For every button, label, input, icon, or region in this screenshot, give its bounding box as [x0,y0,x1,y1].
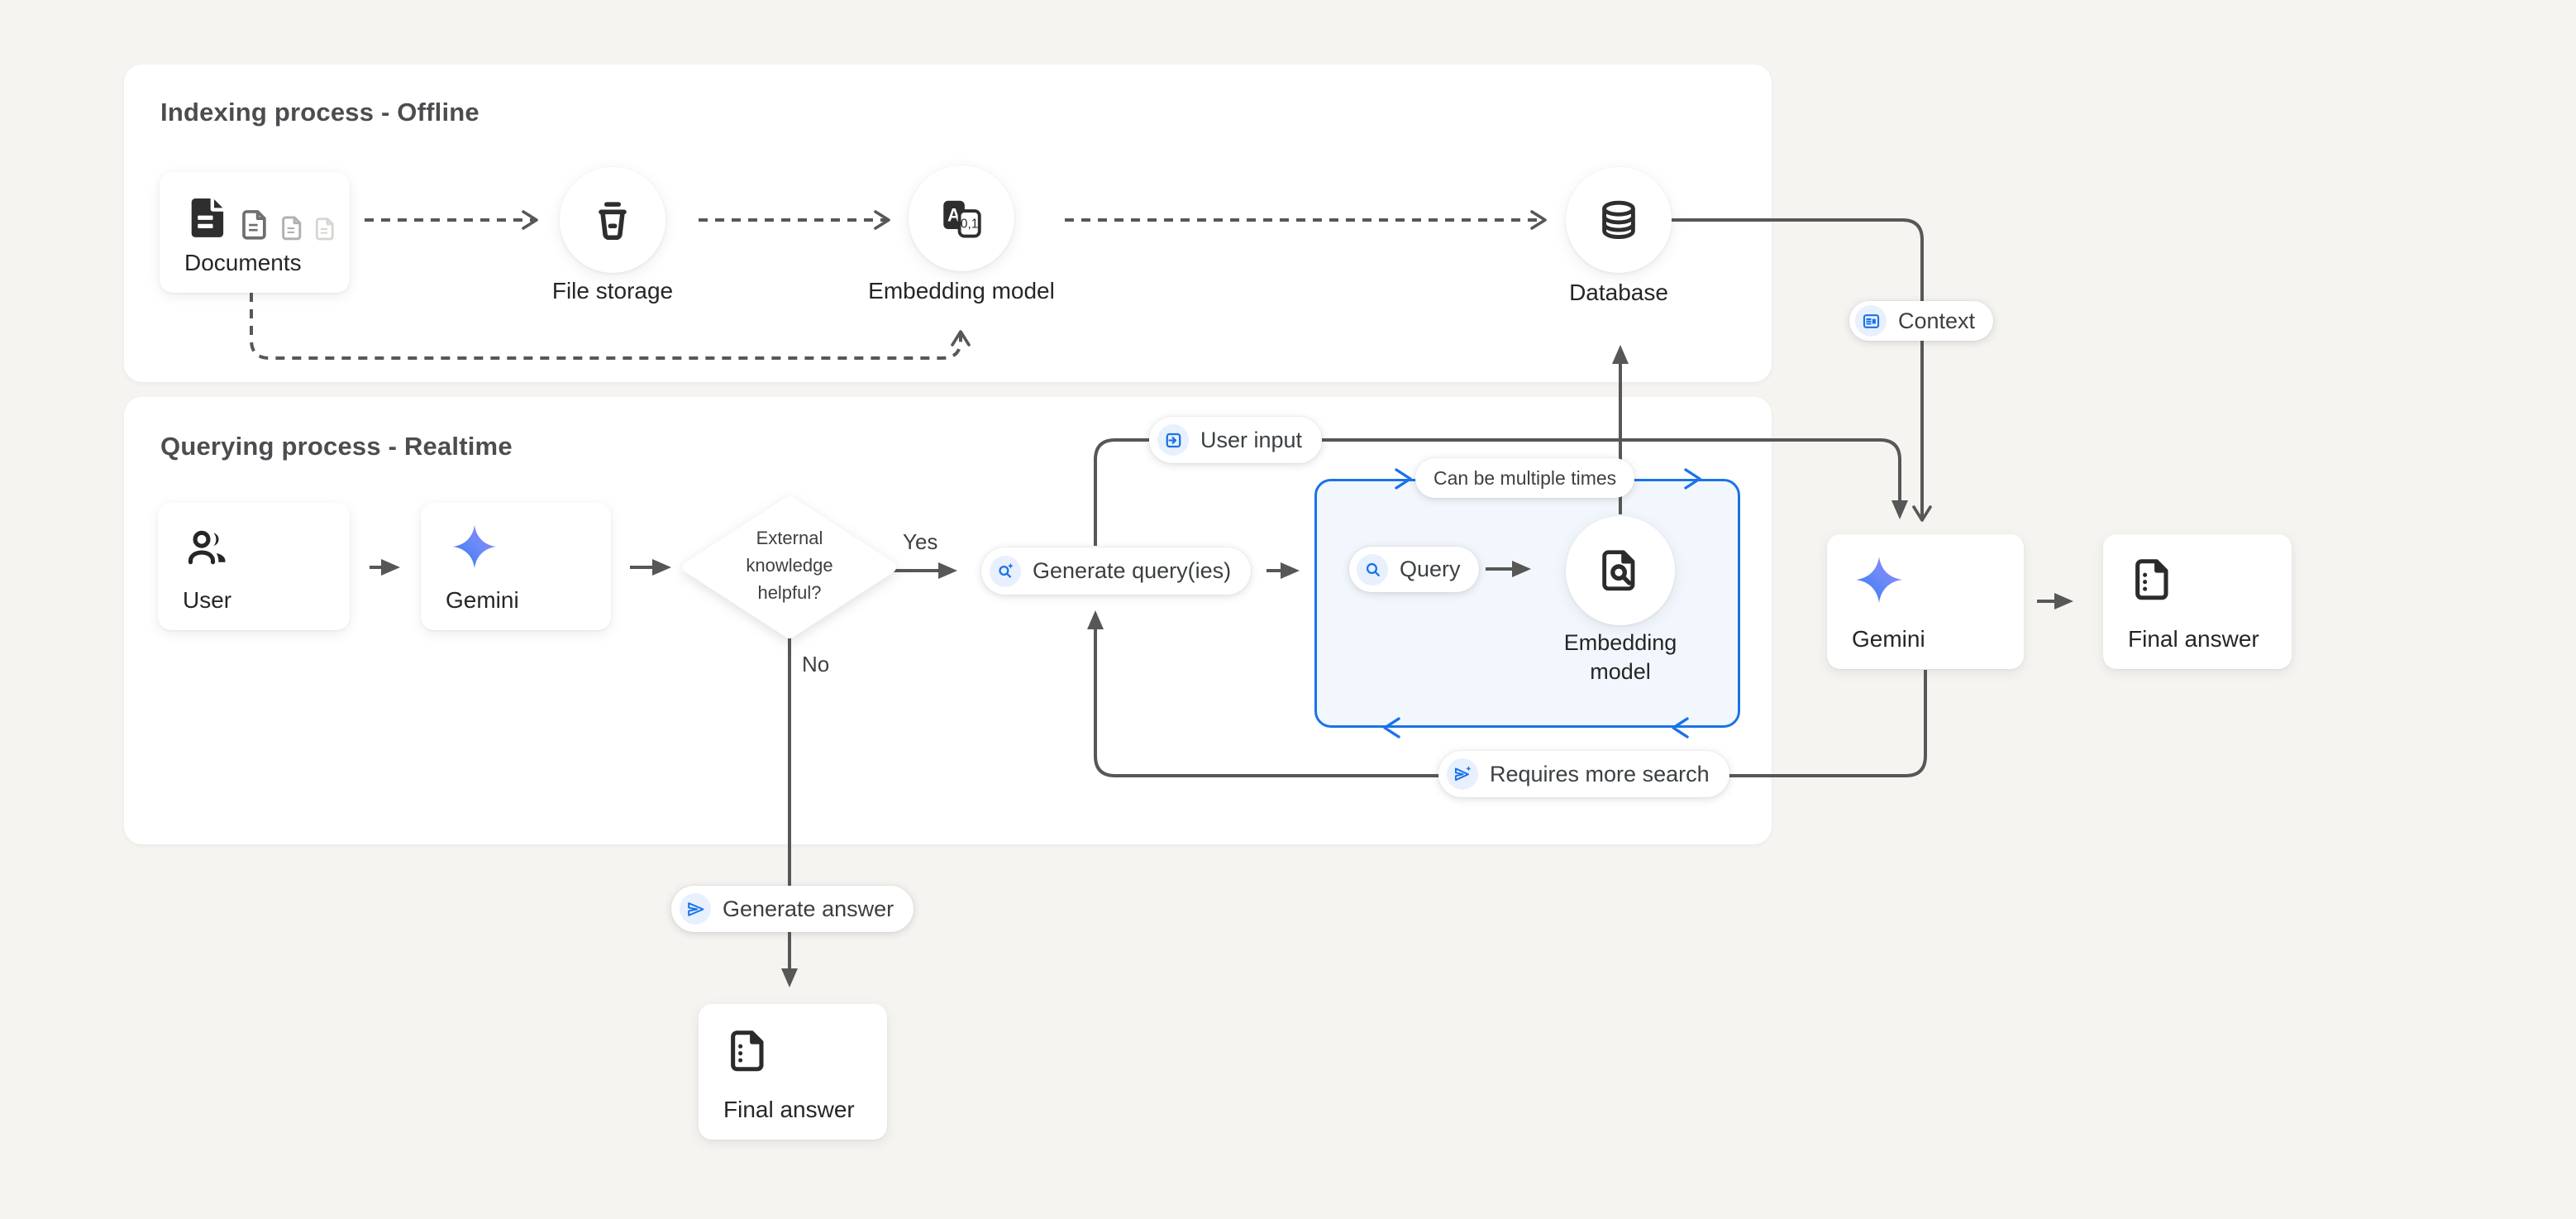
documents-icon [184,192,339,243]
bucket-icon [589,196,637,244]
final-answer-doc-icon [2130,556,2178,604]
users-icon [184,524,231,571]
rag-architecture-diagram: Indexing process - Offline Querying proc… [0,0,2576,1219]
documents-node: Documents [160,172,350,293]
requires-more-search-badge: Requires more search [1438,751,1729,797]
context-label: Context [1898,308,1975,334]
send-spark-icon [1447,758,1478,790]
can-be-multiple-times-label: Can be multiple times [1433,467,1616,490]
generate-queries-label: Generate query(ies) [1033,558,1231,584]
file-storage-node [560,167,665,273]
final-answer-doc-icon [725,1027,773,1075]
database-label: Database [1486,280,1751,306]
querying-section-title: Querying process - Realtime [160,432,513,461]
can-be-multiple-times-badge: Can be multiple times [1415,458,1634,498]
document-filled-icon [184,192,232,243]
gemini-answer-label: Gemini [1852,626,1925,653]
final-answer-right-label: Final answer [2128,626,2259,653]
yes-label: Yes [903,529,937,555]
user-label: User [183,587,231,614]
documents-label: Documents [184,250,302,276]
translate-numeric-icon: A 0,1 [937,194,985,242]
gemini-star-icon [449,521,500,572]
indexing-section-title: Indexing process - Offline [160,98,479,127]
embedding-online-line1: Embedding [1564,630,1677,655]
search-icon [1357,554,1388,586]
embedding-model-offline-node: A 0,1 [909,165,1014,271]
decision-line3: helpful? [757,582,821,603]
user-input-badge: User input [1149,417,1322,463]
embedding-model-online-label: Embedding model [1505,629,1736,686]
database-node [1566,167,1672,273]
requires-more-search-label: Requires more search [1490,762,1710,787]
decision-line2: knowledge [746,555,832,576]
database-icon [1595,196,1643,244]
file-search-icon [1596,547,1644,595]
gemini-star-icon [1852,552,1906,607]
embedding-model-online-node [1566,516,1675,625]
generate-answer-badge: Generate answer [671,886,914,932]
file-storage-label: File storage [480,278,745,304]
login-arrow-icon [1157,424,1189,456]
document-outline-icon [238,207,273,243]
decision-line1: External [756,528,823,548]
final-answer-bottom-node: Final answer [699,1004,887,1140]
gemini-query-node: Gemini [421,503,611,630]
embedding-online-line2: model [1590,659,1651,684]
search-spark-icon [990,556,1021,587]
user-node: User [158,503,350,630]
embedding-model-offline-label: Embedding model [829,278,1094,304]
send-icon [680,893,711,925]
decision-text: External knowledge helpful? [699,524,880,606]
context-badge: Context [1849,301,1993,341]
gemini-answer-node: Gemini [1827,534,2024,669]
no-label: No [802,652,829,677]
generate-answer-label: Generate answer [723,896,894,922]
document-outline-icon [279,213,307,243]
document-outline-icon [312,215,339,243]
svg-text:0,1: 0,1 [961,217,978,231]
generate-queries-pill: Generate query(ies) [981,547,1251,595]
article-icon [1855,305,1887,337]
query-label: Query [1400,557,1461,582]
final-answer-right-node: Final answer [2103,534,2292,669]
user-input-label: User input [1200,428,1302,453]
retrieval-loop-container [1314,479,1740,728]
query-pill: Query [1349,547,1479,592]
gemini-query-label: Gemini [446,587,519,614]
final-answer-bottom-label: Final answer [723,1097,855,1123]
